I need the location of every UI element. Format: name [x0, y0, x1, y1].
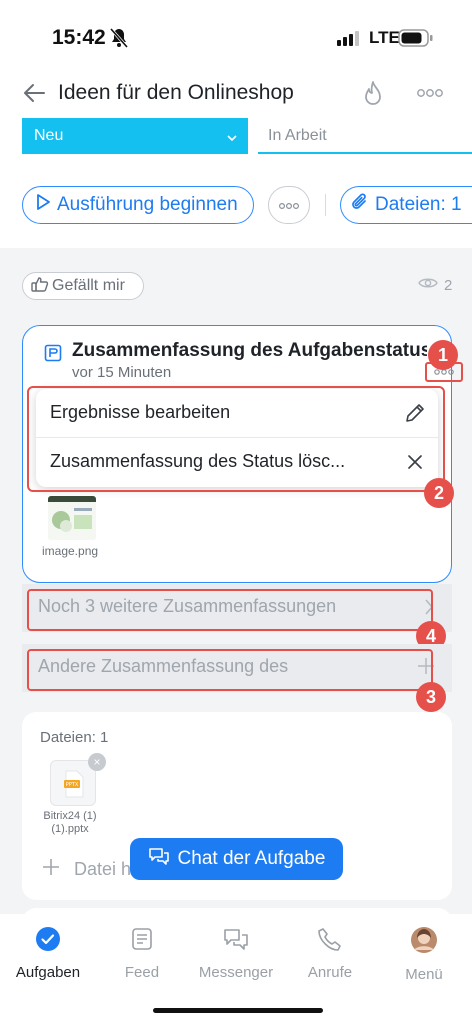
tab-tasks[interactable]: Aufgaben — [1, 926, 95, 981]
play-icon — [35, 193, 51, 217]
chevron-down-icon — [226, 130, 238, 148]
more-actions-button[interactable] — [268, 186, 310, 224]
add-file-button[interactable]: Datei h — [42, 858, 131, 881]
tab-label: Messenger — [198, 964, 274, 981]
signal-icon — [337, 30, 363, 51]
bell-slash-icon — [109, 28, 129, 53]
files-button[interactable]: Dateien: 1 — [340, 186, 472, 224]
stage-next[interactable]: In Arbeit — [258, 118, 472, 154]
like-label: Gefällt mir — [52, 277, 125, 294]
tab-label: Anrufe — [307, 964, 353, 981]
tab-label: Aufgaben — [15, 964, 81, 981]
files-title: Dateien: 1 — [40, 729, 109, 746]
back-arrow-icon[interactable] — [22, 80, 48, 106]
tab-messenger[interactable]: Messenger — [189, 926, 283, 981]
chat-bubbles-icon — [148, 846, 170, 872]
stage-current[interactable]: Neu — [22, 118, 248, 154]
annotation-badge-3: 3 — [416, 682, 446, 712]
summary-flag-icon — [44, 344, 62, 367]
views-counter: 2 — [418, 276, 452, 294]
thumbs-up-icon — [31, 276, 49, 297]
network-label: LTE — [369, 28, 400, 47]
status-bar: 15:42 LTE — [0, 0, 472, 74]
files-button-label: Dateien: 1 — [375, 194, 462, 215]
check-circle-icon — [35, 926, 61, 956]
status-time: 15:42 — [52, 26, 106, 49]
highlight-other-summary — [27, 649, 433, 691]
task-chat-label: Chat der Aufgabe — [177, 848, 326, 869]
add-file-label: Datei h — [74, 859, 132, 879]
more-dots-icon — [278, 194, 300, 216]
plus-icon — [42, 858, 60, 881]
start-execution-label: Ausführung beginnen — [57, 194, 238, 215]
tab-menu[interactable]: Menü — [377, 926, 471, 983]
eye-icon — [418, 276, 438, 294]
file-name: Bitrix24 (1) (1).pptx — [43, 810, 97, 835]
remove-file-icon[interactable]: × — [88, 753, 106, 771]
avatar-icon — [410, 926, 438, 958]
highlight-more-summaries — [27, 589, 433, 631]
tab-feed[interactable]: Feed — [95, 926, 189, 981]
stage-next-label: In Arbeit — [268, 127, 327, 144]
task-chat-button[interactable]: Chat der Aufgabe — [130, 838, 343, 880]
file-ext: PPTX — [66, 782, 79, 788]
more-options-icon[interactable] — [416, 86, 444, 104]
tab-label: Menü — [405, 966, 443, 983]
summary-title: Zusammenfassung des Aufgabenstatus — [72, 340, 427, 361]
home-indicator — [153, 1008, 323, 1013]
phone-icon — [317, 926, 343, 956]
like-button[interactable]: Gefällt mir — [22, 272, 144, 300]
tab-calls[interactable]: Anrufe — [283, 926, 377, 981]
divider — [325, 194, 326, 216]
annotation-badge-1: 1 — [428, 340, 458, 370]
tab-label: Feed — [124, 964, 160, 981]
highlight-menu-outline — [27, 386, 445, 492]
stage-current-label: Neu — [34, 127, 64, 144]
paperclip-icon — [351, 192, 369, 218]
annotation-badge-2: 2 — [424, 478, 454, 508]
battery-icon — [398, 29, 434, 52]
attachment-thumbnail[interactable] — [48, 496, 96, 540]
messenger-icon — [222, 926, 250, 956]
flame-icon[interactable] — [360, 80, 386, 113]
views-count: 2 — [444, 276, 453, 294]
feed-icon — [129, 926, 155, 956]
summary-time: vor 15 Minuten — [72, 364, 172, 381]
start-execution-button[interactable]: Ausführung beginnen — [22, 186, 254, 224]
page-title: Ideen für den Onlineshop — [58, 81, 294, 104]
attachment-name: image.png — [42, 544, 99, 558]
